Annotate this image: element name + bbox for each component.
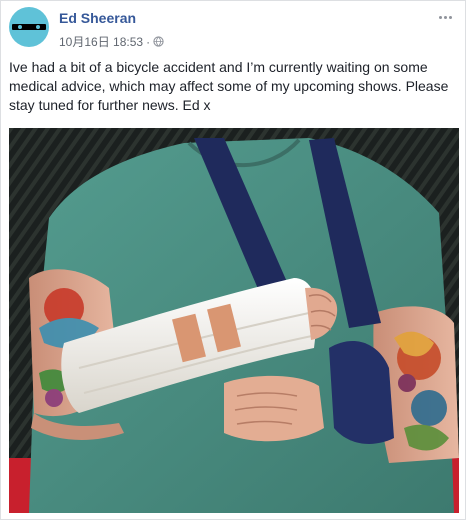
photo-broken-arm bbox=[9, 128, 459, 513]
more-options-icon[interactable] bbox=[435, 9, 455, 25]
post-timestamp[interactable]: 10月16日 18:53 bbox=[59, 33, 143, 50]
post-header: Ed Sheeran 10月16日 18:53 · bbox=[9, 7, 459, 49]
post-meta: 10月16日 18:53 · bbox=[59, 33, 164, 50]
meta-separator: · bbox=[146, 34, 151, 49]
avatar[interactable] bbox=[9, 7, 49, 47]
globe-icon[interactable] bbox=[153, 36, 164, 47]
facebook-post: Ed Sheeran 10月16日 18:53 · Ive had a bit … bbox=[0, 0, 466, 520]
author-name[interactable]: Ed Sheeran bbox=[59, 10, 136, 26]
post-photo[interactable] bbox=[9, 128, 459, 513]
post-text: Ive had a bit of a bicycle accident and … bbox=[9, 59, 449, 113]
divide-logo-icon bbox=[12, 24, 46, 30]
